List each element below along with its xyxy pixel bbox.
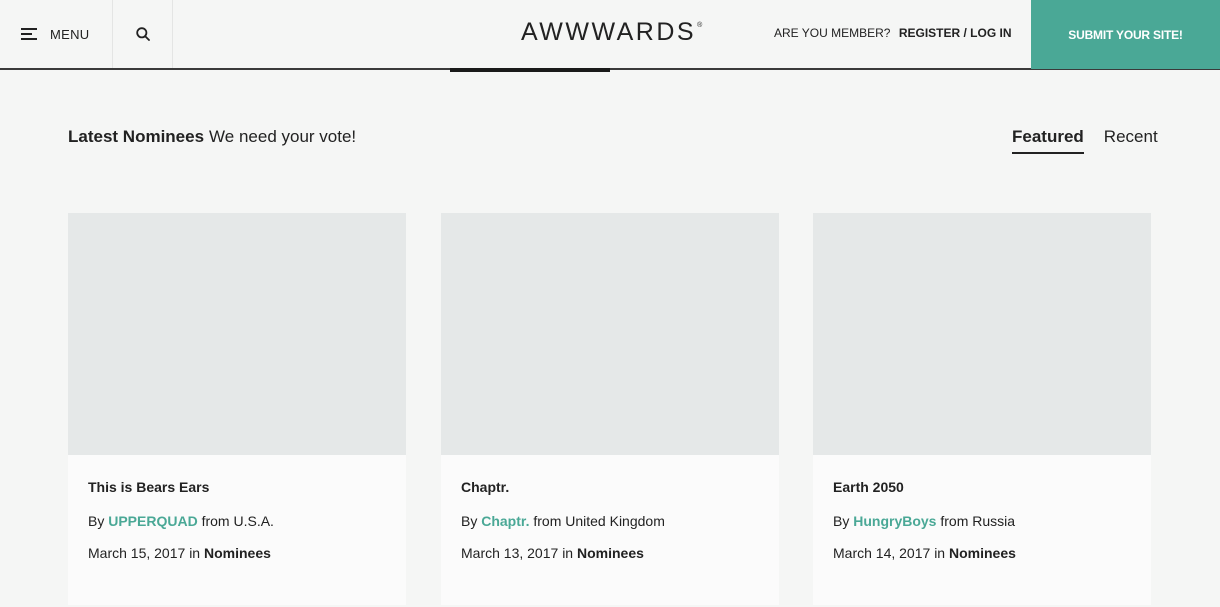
site-logo[interactable]: AWWWARDS® — [521, 18, 702, 48]
section-heading: Latest Nominees We need your vote! — [68, 127, 356, 147]
logo-text: AWWWARDS — [521, 18, 697, 46]
author-country: from U.S.A. — [201, 513, 274, 529]
by-prefix: By — [833, 513, 850, 529]
category-link[interactable]: Nominees — [204, 545, 271, 561]
nominee-card: Chaptr. By Chaptr. from United Kingdom M… — [441, 213, 779, 605]
site-title[interactable]: This is Bears Ears — [88, 479, 386, 495]
category-link[interactable]: Nominees — [949, 545, 1016, 561]
in-word: in — [189, 545, 201, 561]
site-date-line: March 13, 2017 in Nominees — [461, 545, 759, 561]
site-thumbnail[interactable] — [441, 213, 779, 455]
registered-mark: ® — [697, 22, 703, 29]
author-link[interactable]: Chaptr. — [481, 513, 529, 529]
site-author-line: By HungryBoys from Russia — [833, 513, 1131, 529]
nominee-card: This is Bears Ears By UPPERQUAD from U.S… — [68, 213, 406, 605]
site-date: March 13, 2017 — [461, 545, 559, 561]
nominee-card: Earth 2050 By HungryBoys from Russia Mar… — [813, 213, 1151, 605]
author-link[interactable]: UPPERQUAD — [108, 513, 197, 529]
author-country: from Russia — [940, 513, 1016, 529]
by-prefix: By — [88, 513, 105, 529]
nominee-tabs: Featured Recent — [1012, 127, 1158, 154]
site-date: March 15, 2017 — [88, 545, 186, 561]
site-author-line: By Chaptr. from United Kingdom — [461, 513, 759, 529]
register-login-link[interactable]: REGISTER / LOG IN — [899, 26, 1012, 40]
author-country: from United Kingdom — [533, 513, 665, 529]
tab-featured[interactable]: Featured — [1012, 127, 1084, 154]
in-word: in — [934, 545, 946, 561]
site-header: MENU AWWWARDS® ARE YOU MEMBER? REGISTER … — [0, 0, 1220, 70]
tab-recent[interactable]: Recent — [1104, 127, 1158, 154]
search-icon — [135, 27, 150, 41]
hero-image-edge — [450, 68, 610, 72]
site-date-line: March 14, 2017 in Nominees — [833, 545, 1131, 561]
in-word: in — [562, 545, 574, 561]
menu-label: MENU — [50, 26, 90, 42]
submit-site-button[interactable]: SUBMIT YOUR SITE! — [1031, 0, 1220, 69]
site-date: March 14, 2017 — [833, 545, 931, 561]
category-link[interactable]: Nominees — [577, 545, 644, 561]
site-title[interactable]: Earth 2050 — [833, 479, 1131, 495]
site-title[interactable]: Chaptr. — [461, 479, 759, 495]
search-button[interactable] — [113, 0, 173, 68]
site-thumbnail[interactable] — [813, 213, 1151, 455]
section-subtitle: We need your vote! — [209, 127, 357, 146]
site-date-line: March 15, 2017 in Nominees — [88, 545, 386, 561]
site-thumbnail[interactable] — [68, 213, 406, 455]
site-author-line: By UPPERQUAD from U.S.A. — [88, 513, 386, 529]
hamburger-icon — [21, 28, 37, 40]
section-title: Latest Nominees — [68, 127, 205, 146]
member-area: ARE YOU MEMBER? REGISTER / LOG IN — [774, 26, 1012, 40]
author-link[interactable]: HungryBoys — [853, 513, 936, 529]
member-question: ARE YOU MEMBER? — [774, 26, 891, 40]
menu-button[interactable]: MENU — [0, 0, 113, 68]
by-prefix: By — [461, 513, 478, 529]
